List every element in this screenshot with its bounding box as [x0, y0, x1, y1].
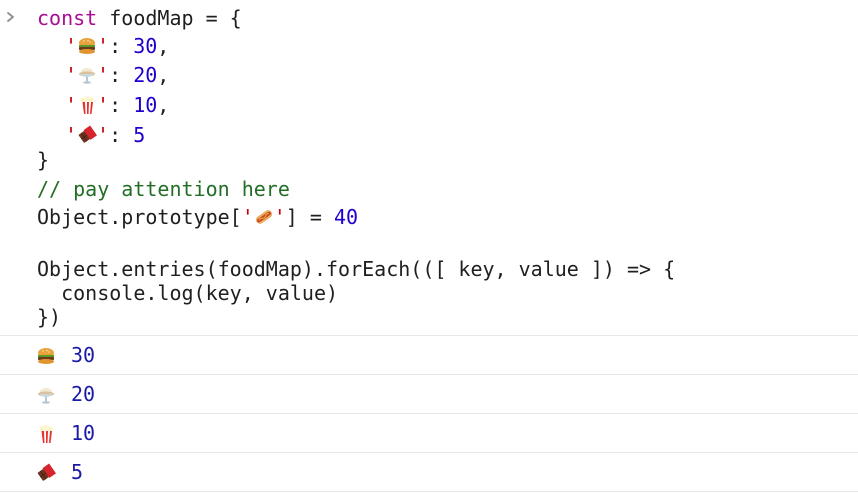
code-line-8: Object.prototype[' '] = 40	[37, 205, 359, 229]
log-key	[36, 453, 60, 491]
log-value: 30	[71, 343, 96, 367]
code-line-11: })	[37, 305, 62, 329]
value-30: 30	[133, 34, 158, 58]
value-10: 10	[133, 93, 158, 117]
string-key: ' '	[241, 205, 286, 229]
code-line-3: ' ': 20,	[65, 63, 170, 87]
string-key: ' '	[65, 34, 110, 58]
divider	[0, 491, 858, 492]
console-input-entry[interactable]: const foodMap = { ' ': 30, ' ': 20, ' ': 10…	[0, 0, 858, 335]
code-line-5: ' ': 5	[65, 123, 146, 147]
code-line-10: console.log(key, value)	[37, 281, 339, 305]
code-line-1: const foodMap = {	[37, 4, 242, 32]
log-key	[36, 336, 60, 374]
log-key	[36, 375, 60, 413]
log-value: 20	[71, 382, 96, 406]
code-text: foodMap = {	[97, 6, 242, 30]
value-20: 20	[133, 63, 158, 87]
log-row[interactable]: 10	[0, 414, 858, 452]
devtools-console: const foodMap = { ' ': 30, ' ': 20, ' ': 10…	[0, 0, 858, 494]
ice-cream-sundae-icon	[77, 65, 97, 85]
string-key: ' '	[65, 93, 110, 117]
ice-cream-sundae-icon	[36, 385, 56, 405]
popcorn-icon	[36, 424, 56, 444]
chevron-right-icon	[5, 6, 21, 26]
log-key	[36, 414, 60, 452]
log-value: 10	[71, 421, 96, 445]
code-line-2: ' ': 30,	[65, 34, 170, 58]
log-row[interactable]: 30	[0, 336, 858, 374]
hamburger-icon	[77, 36, 97, 56]
keyword-const: const	[37, 6, 98, 30]
chocolate-bar-icon	[36, 463, 56, 483]
log-value: 5	[71, 460, 84, 484]
code-comment: // pay attention here	[37, 177, 290, 201]
log-row[interactable]: 5	[0, 453, 858, 491]
code-line-4: ' ': 10,	[65, 93, 170, 117]
chocolate-bar-icon	[77, 125, 98, 145]
string-key: ' '	[65, 63, 110, 87]
value-40: 40	[333, 205, 359, 229]
log-row[interactable]: 20	[0, 375, 858, 413]
code-line-6: }	[37, 148, 50, 172]
hot-dog-icon	[254, 207, 274, 227]
value-5: 5	[133, 123, 146, 147]
hamburger-icon	[36, 346, 56, 366]
popcorn-icon	[77, 95, 97, 115]
string-key: ' '	[65, 123, 110, 147]
